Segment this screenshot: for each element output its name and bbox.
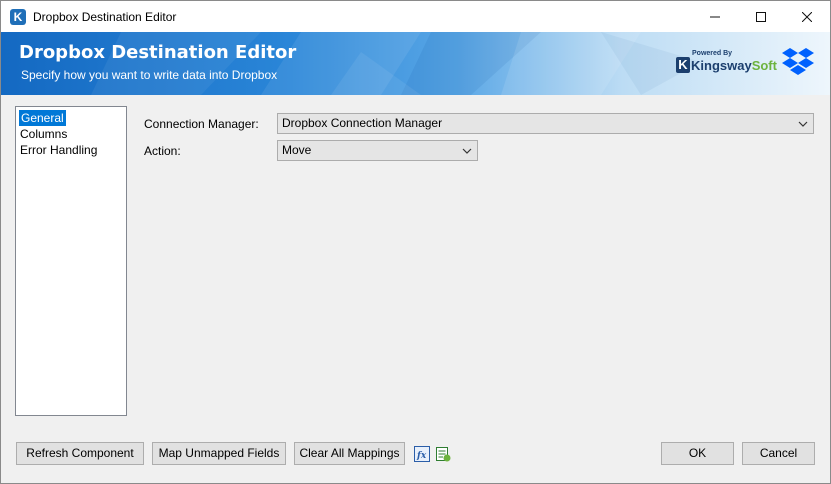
header-banner: Dropbox Destination Editor Specify how y… [1, 32, 830, 95]
map-unmapped-fields-button[interactable]: Map Unmapped Fields [152, 442, 286, 465]
connection-manager-label: Connection Manager: [144, 117, 259, 131]
kingswaysoft-logo: Powered By K KingswaySoft [676, 50, 777, 76]
dialog-window: K Dropbox Destination Editor Dropbox Des… [0, 0, 831, 484]
nav-item-label: Columns [20, 127, 68, 141]
section-list[interactable]: General Columns Error Handling [15, 106, 127, 416]
action-label: Action: [144, 144, 181, 158]
window-title: Dropbox Destination Editor [33, 9, 177, 24]
brand-name-b: Soft [751, 58, 777, 73]
action-value: Move [282, 143, 312, 157]
banner-title: Dropbox Destination Editor [19, 42, 297, 63]
maximize-icon [756, 11, 766, 22]
close-button[interactable] [784, 1, 830, 32]
cancel-button[interactable]: Cancel [742, 442, 815, 465]
refresh-component-button[interactable]: Refresh Component [16, 442, 144, 465]
maximize-button[interactable] [738, 1, 784, 32]
minimize-icon [710, 16, 720, 17]
mapping-sheet-icon[interactable] [435, 446, 451, 462]
nav-item-error-handling[interactable]: Error Handling [16, 142, 126, 158]
brand-name-a: Kingsway [691, 58, 752, 73]
close-icon [802, 11, 812, 22]
dropbox-logo-icon [782, 48, 814, 75]
banner-subtitle: Specify how you want to write data into … [21, 68, 278, 82]
title-bar[interactable]: K Dropbox Destination Editor [1, 1, 830, 32]
fx-expression-icon[interactable]: fx [414, 446, 430, 462]
nav-item-columns[interactable]: Columns [16, 126, 126, 142]
chevron-down-icon [462, 148, 472, 154]
brand-powered-by: Powered By [692, 50, 733, 57]
nav-item-label: General [19, 110, 66, 126]
action-dropdown[interactable]: Move [277, 140, 478, 161]
brand-name: KingswaySoft [691, 58, 777, 73]
minimize-button[interactable] [692, 1, 738, 32]
nav-item-label: Error Handling [20, 143, 98, 157]
window-controls [692, 1, 830, 32]
clear-all-mappings-button[interactable]: Clear All Mappings [294, 442, 405, 465]
ok-button[interactable]: OK [661, 442, 734, 465]
connection-manager-value: Dropbox Connection Manager [282, 116, 443, 130]
brand-k-icon: K [676, 57, 690, 73]
kingswaysoft-app-icon: K [10, 8, 26, 25]
nav-item-general[interactable]: General [16, 110, 126, 126]
connection-manager-dropdown[interactable]: Dropbox Connection Manager [277, 113, 814, 134]
svg-text:fx: fx [416, 451, 427, 461]
chevron-down-icon [798, 121, 808, 127]
